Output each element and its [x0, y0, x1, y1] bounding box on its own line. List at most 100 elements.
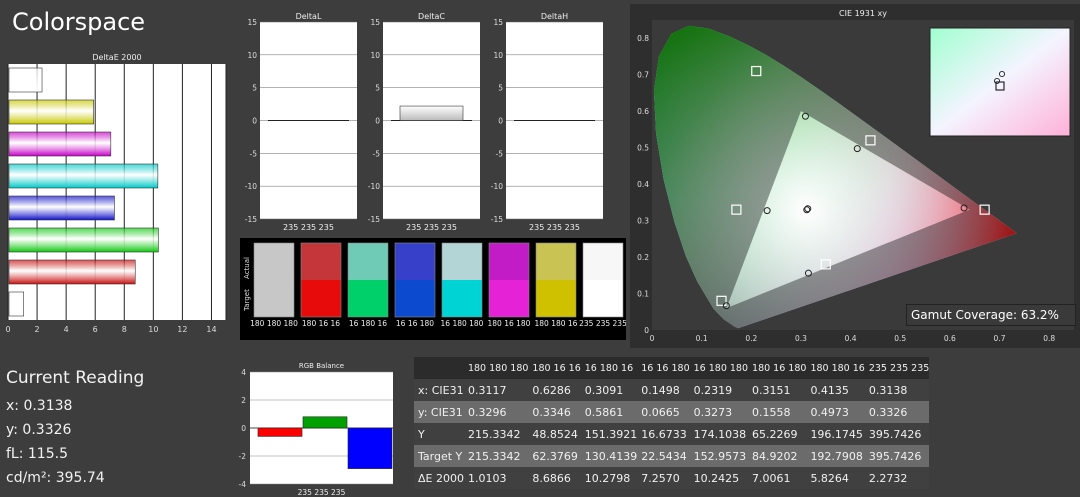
table-cell: 0.3296	[467, 405, 507, 419]
x-tick-label: 235 235 235	[283, 223, 334, 232]
y-tick-label: 0.4	[637, 180, 649, 189]
deltae-bar	[8, 67, 43, 93]
table-cell: 0.5861	[584, 405, 624, 419]
table-cell: 0.3091	[584, 383, 624, 397]
deltal-chart: DeltaL 15 10 5 0 -5 -10 -15 235 235 235	[245, 12, 357, 232]
chart-title: DeltaC	[418, 12, 445, 21]
x-tick-label: 8	[122, 325, 127, 334]
y-tick-label: 10	[493, 51, 503, 60]
table-cell: 215.3342	[467, 427, 521, 441]
table-cell: 16.6733	[641, 427, 687, 441]
y-tick-label: 0.6	[637, 107, 649, 116]
swatch-label: 16 180 180	[441, 319, 484, 328]
swatch-target	[442, 280, 482, 317]
column-header: 16 180 16	[580, 357, 638, 379]
swatch-actual	[395, 243, 435, 280]
y-tick-label: 10	[370, 51, 380, 60]
y-tick-label: -10	[491, 182, 503, 191]
x-tick-label: 2	[35, 325, 40, 334]
deltae-chart: DeltaE 2000 0 2 4 6 8 10 12 14	[5, 53, 227, 334]
swatch-actual	[254, 243, 294, 280]
chart-title: DeltaH	[541, 12, 568, 21]
row-label: Y	[418, 427, 425, 441]
y-tick-label: 5	[498, 84, 503, 93]
table-cell: 84.9202	[752, 449, 798, 463]
table-row: Y 215.3342 48.8524 151.3921 16.6733 174.1038 6…	[414, 423, 930, 445]
table-cell: 0.3346	[532, 405, 571, 419]
y-tick-label: 0.8	[637, 34, 649, 43]
swatch-actual	[536, 243, 576, 280]
swatch-target	[536, 280, 576, 317]
column-header: 180 16 180	[748, 357, 807, 379]
x-tick-label: 6	[93, 325, 98, 334]
y-tick-label: -5	[496, 149, 504, 158]
reading-header: Current Reading	[6, 368, 145, 388]
table-cell: 395.7426	[868, 427, 922, 441]
swatch-actual	[301, 243, 341, 280]
chart-title: DeltaL	[296, 12, 322, 21]
table-header-row: 180 180 180 180 16 16 16 180 16 16 16 18…	[414, 357, 930, 379]
x-tick-label: 0	[650, 334, 655, 343]
table-cell: 65.2269	[752, 427, 798, 441]
y-tick-label: 5	[375, 84, 380, 93]
y-tick-label: -15	[491, 215, 503, 224]
current-reading: Current Reading x: 0.3138 y: 0.3326 fL: …	[6, 368, 144, 490]
x-tick-label: 235 235 235	[529, 223, 580, 232]
table-cell: 0.3273	[693, 405, 733, 419]
chart-title: CIE 1931 xy	[839, 9, 887, 18]
rgb-bar	[302, 416, 348, 429]
table-cell: 130.4139	[584, 449, 638, 463]
y-tick-label: -4	[239, 480, 247, 489]
row-label: Target Y	[418, 449, 463, 463]
table-cell: 152.9573	[693, 449, 747, 463]
table-cell: 0.0665	[641, 405, 680, 419]
swatch-target	[395, 280, 435, 317]
table-row: y: CIE31 0.3296 0.3346 0.5861 0.0665 0.3273 0.…	[414, 401, 930, 423]
table-cell: 174.1038	[693, 427, 747, 441]
chart-title: RGB Balance	[299, 362, 344, 370]
page-title: Colorspace	[12, 8, 146, 36]
row-label: x: CIE31	[418, 383, 464, 397]
swatch-target	[583, 280, 623, 317]
column-header: 235 235 235	[864, 357, 930, 379]
column-header: 16 180 180	[689, 357, 749, 379]
swatch-target	[254, 280, 294, 317]
y-tick-label: 15	[370, 18, 380, 27]
chart-title: DeltaE 2000	[92, 53, 141, 62]
swatch-actual	[489, 243, 529, 280]
swatch-label: 235 235 235	[579, 319, 626, 328]
cie-1931-chart: CIE 1931 xy 0 0.1 0.2 0.3 0.4 0.5 0.6 0.7 0.8 0 0.1…	[630, 4, 1080, 348]
table-row: Target Y 215.3342 62.3769 130.4139 22.5434 15…	[414, 445, 930, 467]
swatch-actual	[348, 243, 388, 280]
deltae-bar	[8, 131, 112, 157]
table-cell: 196.1745	[810, 427, 863, 441]
rgb-bar	[347, 427, 393, 469]
deltae-bar	[8, 99, 94, 125]
x-tick-label: 235 235 235	[298, 488, 346, 497]
swatch-label: 180 180 180	[250, 319, 298, 328]
y-tick-label: -10	[245, 182, 257, 191]
table-cell: 8.6866	[532, 471, 571, 485]
x-tick-label: 10	[148, 325, 158, 334]
column-header: 180 16 16	[528, 357, 581, 379]
column-header: 16 16 180	[637, 357, 690, 379]
y-tick-label: -2	[239, 452, 247, 461]
table-cell: 0.1558	[752, 405, 791, 419]
y-tick-label: -5	[250, 149, 258, 158]
y-tick-label: -15	[368, 215, 380, 224]
table-cell: 2.2732	[868, 471, 908, 485]
table-cell: 0.4973	[810, 405, 849, 419]
y-tick-label: -10	[368, 182, 380, 191]
x-tick-label: 4	[64, 325, 69, 334]
table-cell: 0.3151	[752, 383, 791, 397]
table-row: ΔE 2000 1.0103 8.6866 10.2798 7.2570 10.2425 7…	[414, 467, 930, 489]
x-tick-label: 235 235 235	[406, 223, 457, 232]
swatch-label: 16 180 16	[349, 319, 387, 328]
column-header: 180 180 180	[463, 357, 529, 379]
delta-bar	[399, 105, 464, 121]
deltae-bar	[8, 163, 159, 189]
table-cell: 0.3117	[467, 383, 507, 397]
table-cell: 10.2798	[584, 471, 631, 485]
deltae-bar	[8, 259, 136, 285]
table-cell: 7.0061	[752, 471, 791, 485]
